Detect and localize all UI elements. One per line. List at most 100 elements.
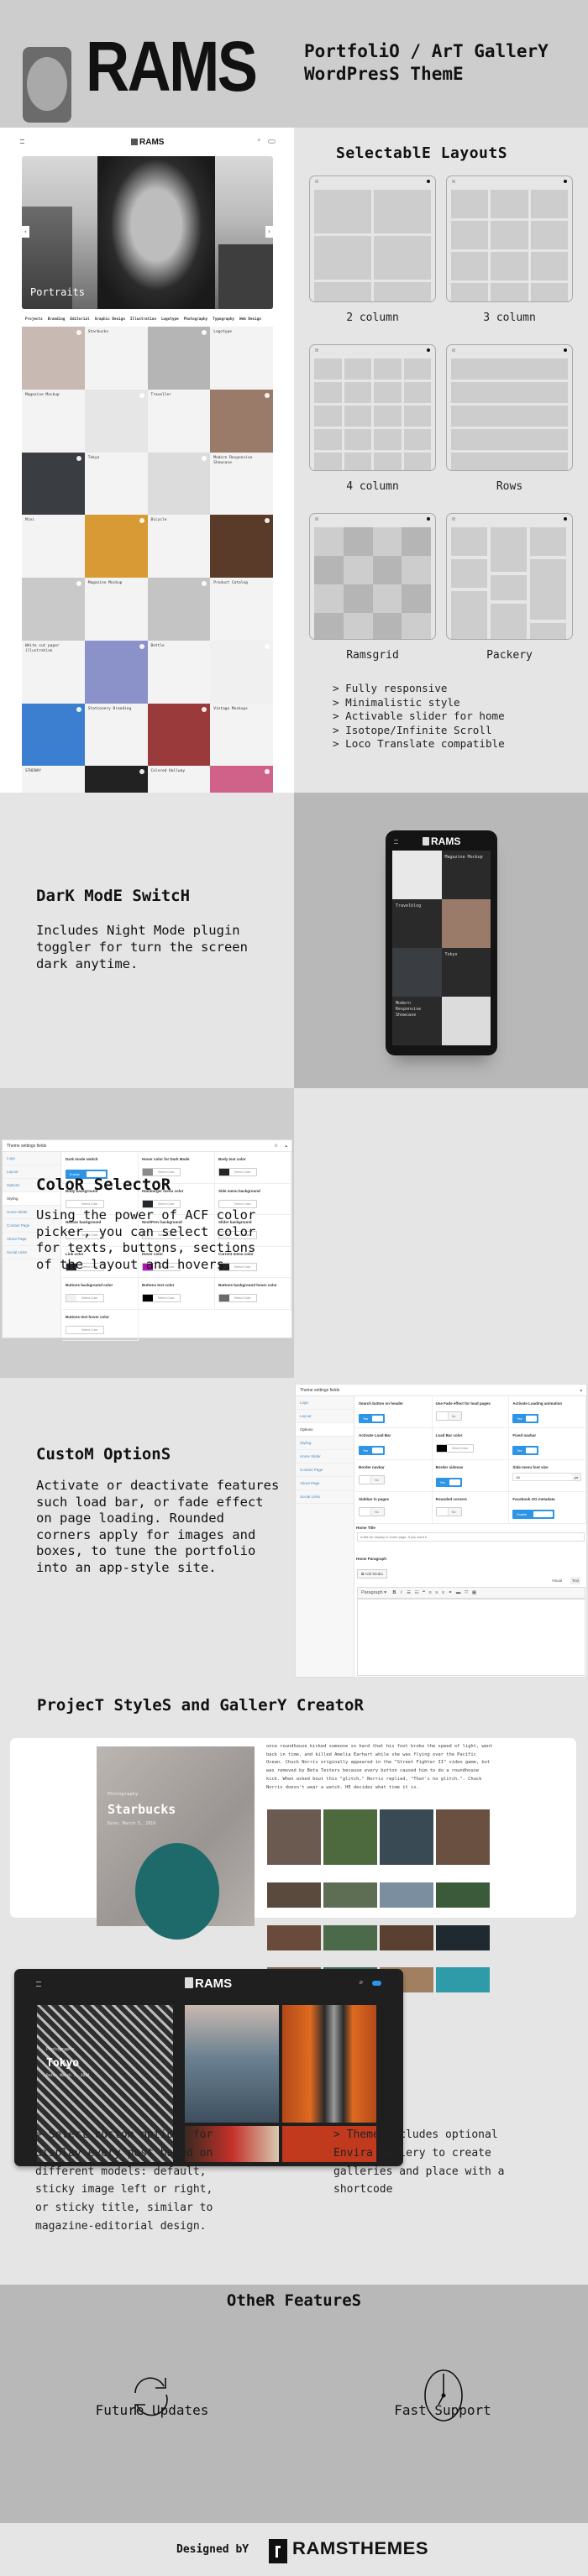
gallery-image[interactable] bbox=[267, 1882, 321, 1908]
category-link[interactable]: Graphic Design bbox=[95, 317, 125, 322]
phone-grid-item[interactable]: Magazine Mockup bbox=[442, 851, 491, 899]
plus-icon[interactable] bbox=[265, 518, 270, 524]
add-media-button[interactable]: ⧉ Add Media bbox=[357, 1569, 387, 1579]
grid-item[interactable]: Magazine Mockup bbox=[22, 389, 85, 453]
plus-icon[interactable] bbox=[76, 330, 81, 335]
italic-icon[interactable]: I bbox=[401, 1590, 402, 1595]
hamburger-menu-icon[interactable] bbox=[20, 139, 24, 144]
toggle-switch[interactable]: Yes bbox=[512, 1446, 539, 1455]
category-link[interactable]: Editorial bbox=[70, 317, 89, 322]
dark-mode-toggle[interactable] bbox=[268, 139, 276, 144]
grid-item[interactable]: Bottle bbox=[147, 640, 211, 704]
bullet-list-icon[interactable]: ☰ bbox=[407, 1590, 411, 1595]
toggle-switch[interactable]: Yes bbox=[359, 1414, 385, 1423]
color-picker-button[interactable]: Select Color bbox=[66, 1294, 104, 1302]
layout-option-3-column[interactable] bbox=[446, 175, 573, 302]
grid-item[interactable] bbox=[84, 515, 148, 578]
grid-item[interactable] bbox=[22, 452, 85, 516]
plus-icon[interactable] bbox=[265, 769, 270, 775]
tab-visual[interactable]: Visual bbox=[552, 1579, 562, 1583]
grid-item[interactable]: Logotype bbox=[210, 327, 273, 390]
settings-tab[interactable]: Logo bbox=[296, 1396, 354, 1410]
home-title-input[interactable] bbox=[357, 1532, 585, 1542]
color-picker-button[interactable]: Select Color bbox=[66, 1199, 104, 1208]
grid-item[interactable] bbox=[22, 327, 85, 390]
category-link[interactable]: Photography bbox=[184, 317, 207, 322]
gallery-image[interactable] bbox=[323, 1809, 377, 1865]
grid-item[interactable] bbox=[147, 578, 211, 641]
grid-item[interactable] bbox=[84, 640, 148, 704]
color-picker-button[interactable]: Select Color bbox=[435, 1444, 475, 1453]
gallery-image[interactable] bbox=[323, 1882, 377, 1908]
plus-icon[interactable] bbox=[139, 769, 144, 775]
collapse-icon[interactable]: ▴ bbox=[580, 1385, 582, 1396]
category-link[interactable]: Illustration bbox=[130, 317, 156, 322]
color-picker-button[interactable]: Select Color bbox=[142, 1294, 181, 1302]
hamburger-menu-icon[interactable] bbox=[394, 840, 398, 844]
search-icon[interactable]: ⌕ bbox=[257, 137, 260, 144]
grid-item[interactable]: Tokyo bbox=[84, 452, 148, 516]
read-more-icon[interactable]: ▬ bbox=[456, 1590, 461, 1595]
toggle-switch[interactable]: Enable bbox=[512, 1510, 555, 1519]
grid-item[interactable] bbox=[84, 389, 148, 453]
dark-mode-toggle[interactable] bbox=[372, 1981, 381, 1986]
gallery-image[interactable] bbox=[267, 1924, 321, 1950]
gallery-image[interactable] bbox=[436, 1924, 490, 1950]
bold-icon[interactable]: B bbox=[393, 1590, 396, 1595]
grid-item[interactable] bbox=[210, 389, 273, 453]
phone-grid-item[interactable] bbox=[441, 997, 491, 1045]
category-link[interactable]: Web Design bbox=[239, 317, 261, 322]
settings-tab[interactable]: Social Links bbox=[296, 1490, 354, 1504]
category-link[interactable]: Branding bbox=[48, 317, 66, 322]
plus-icon[interactable] bbox=[265, 643, 270, 649]
toggle-switch[interactable]: No bbox=[435, 1507, 462, 1516]
grid-item[interactable] bbox=[210, 640, 273, 704]
site-logo[interactable]: RAMS bbox=[131, 138, 164, 147]
gallery-image[interactable] bbox=[436, 1967, 490, 1993]
grid-item[interactable]: Bicycle bbox=[147, 515, 211, 578]
phone-grid-item[interactable]: Modern Responsive Showcase bbox=[392, 997, 442, 1045]
layout-option-packery[interactable] bbox=[446, 513, 573, 640]
phone-grid-item[interactable] bbox=[392, 851, 442, 899]
toggle-switch[interactable]: Yes bbox=[512, 1414, 539, 1423]
grid-item[interactable] bbox=[147, 452, 211, 516]
link-icon[interactable]: ⚭ bbox=[449, 1590, 453, 1595]
tab-text[interactable]: Text bbox=[570, 1577, 581, 1584]
plus-icon[interactable] bbox=[139, 518, 144, 524]
plus-icon[interactable] bbox=[76, 581, 81, 586]
settings-tab[interactable]: Options bbox=[296, 1423, 354, 1437]
category-link[interactable]: Logotype bbox=[161, 317, 179, 322]
hamburger-menu-icon[interactable] bbox=[36, 1982, 41, 1987]
plus-icon[interactable] bbox=[202, 330, 207, 335]
toggle-switch[interactable]: No bbox=[359, 1475, 385, 1484]
phone-grid-item[interactable] bbox=[392, 948, 442, 997]
grid-item[interactable] bbox=[147, 327, 211, 390]
settings-tab[interactable]: Styling bbox=[3, 1192, 60, 1206]
collapse-icon[interactable]: ▴ bbox=[285, 1140, 287, 1152]
plus-icon[interactable] bbox=[265, 392, 270, 398]
color-picker-button[interactable]: Select Color bbox=[142, 1199, 181, 1208]
grid-item[interactable]: Starbucks bbox=[84, 327, 148, 390]
toggle-switch[interactable]: No bbox=[435, 1411, 462, 1421]
gallery-image[interactable] bbox=[267, 1809, 321, 1865]
grid-item[interactable]: Modern Responsive Showcase bbox=[210, 452, 273, 516]
gallery-image[interactable] bbox=[380, 1924, 433, 1950]
color-picker-button[interactable]: Select Color bbox=[218, 1168, 257, 1176]
toolbar-toggle-icon[interactable]: ▦ bbox=[472, 1590, 476, 1595]
settings-tab[interactable]: Layout bbox=[296, 1410, 354, 1423]
settings-tab[interactable]: Styling bbox=[296, 1437, 354, 1450]
plus-icon[interactable] bbox=[76, 455, 81, 461]
grid-item[interactable]: Mini bbox=[22, 515, 85, 578]
color-picker-button[interactable]: Select Color bbox=[66, 1325, 104, 1334]
layout-option-2-column[interactable] bbox=[309, 175, 436, 302]
toggle-switch[interactable]: Yes bbox=[435, 1478, 462, 1487]
layout-option-4-column[interactable] bbox=[309, 344, 436, 471]
plus-icon[interactable] bbox=[76, 706, 81, 712]
align-center-icon[interactable]: ≡ bbox=[435, 1590, 438, 1595]
hero-slider[interactable]: ‹ › Portraits bbox=[22, 156, 273, 309]
align-left-icon[interactable]: ≡ bbox=[429, 1590, 432, 1595]
grid-item[interactable]: Traveller bbox=[147, 389, 211, 453]
layout-option-ramsgrid[interactable] bbox=[309, 513, 436, 640]
settings-tab[interactable]: Logo bbox=[3, 1152, 60, 1165]
layout-option-rows[interactable] bbox=[446, 344, 573, 471]
